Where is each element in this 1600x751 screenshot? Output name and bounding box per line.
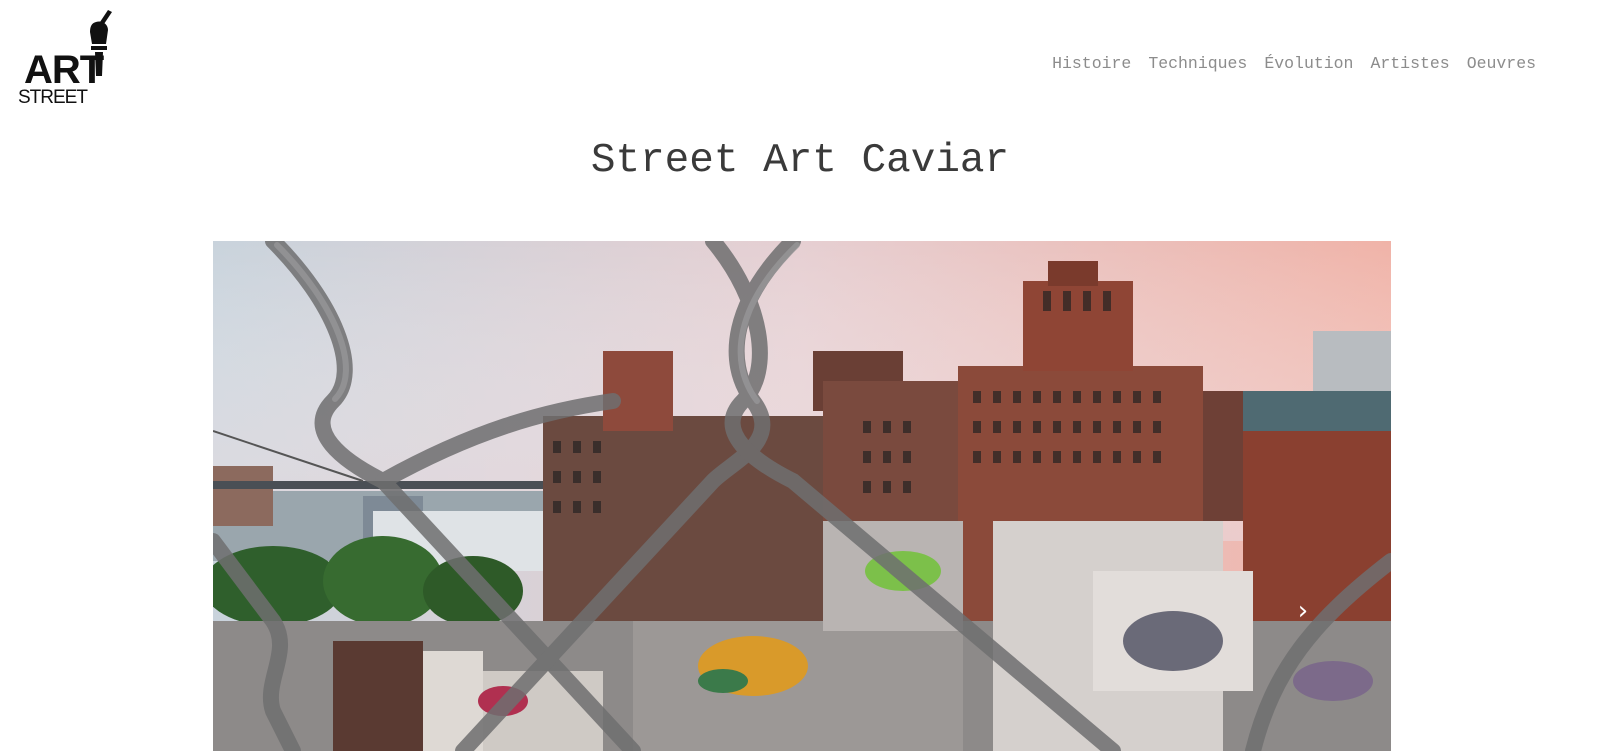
- nav-item-artistes[interactable]: Artistes: [1370, 54, 1449, 73]
- nav-item-histoire[interactable]: Histoire: [1052, 54, 1131, 73]
- logo-text-street: STREET: [18, 87, 88, 108]
- page: ART STREET Histoire Techniques Évolution…: [0, 0, 1600, 751]
- page-title: Street Art Caviar: [590, 138, 1010, 184]
- chevron-right-icon: ›: [1297, 596, 1309, 626]
- main-nav: Histoire Techniques Évolution Artistes O…: [1052, 54, 1536, 73]
- nav-item-evolution[interactable]: Évolution: [1264, 54, 1353, 73]
- logo-text-art: ART: [24, 48, 104, 92]
- image-carousel[interactable]: ‹ ›: [213, 241, 1391, 751]
- slide-photo: [213, 241, 1391, 751]
- nav-item-techniques[interactable]: Techniques: [1148, 54, 1247, 73]
- nav-item-oeuvres[interactable]: Oeuvres: [1467, 54, 1536, 73]
- site-logo[interactable]: ART STREET: [14, 10, 114, 110]
- carousel-next-button[interactable]: ›: [1283, 591, 1323, 631]
- carousel-prev-button[interactable]: ‹: [276, 591, 316, 631]
